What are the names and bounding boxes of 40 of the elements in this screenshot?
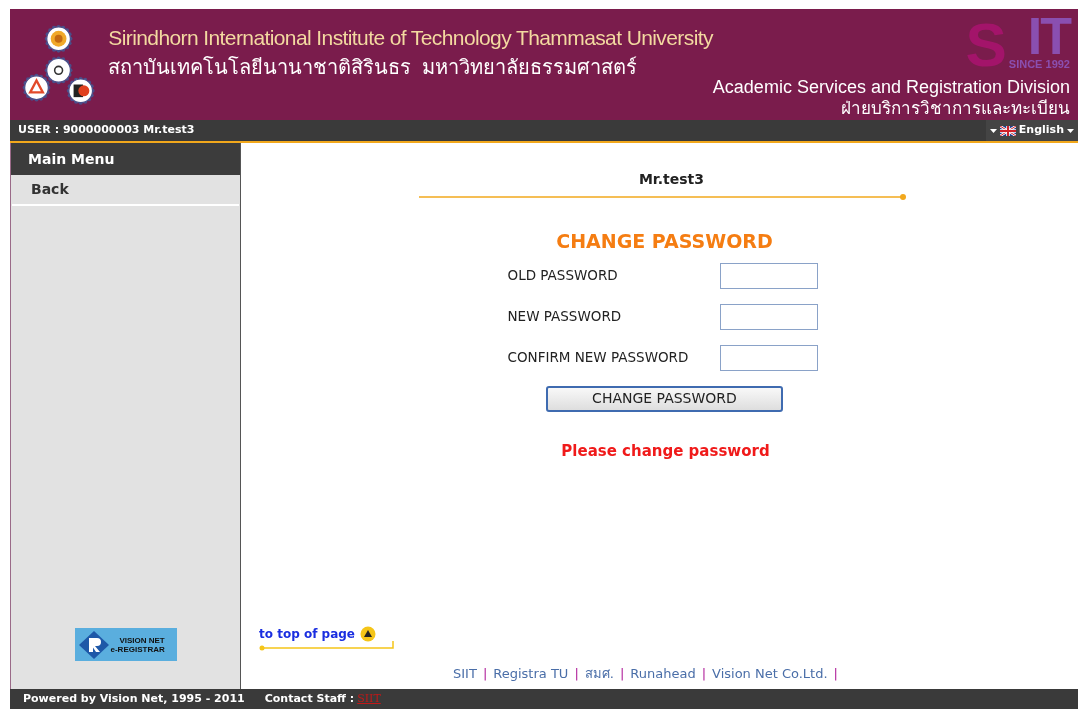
field-label: CONFIRM NEW PASSWORD <box>507 348 690 368</box>
caret-icon <box>1067 128 1074 133</box>
password-field[interactable] <box>719 262 818 289</box>
to-top-link[interactable]: to top of page <box>259 624 397 643</box>
footer-link[interactable]: Vision Net Co.Ltd. <box>712 663 828 683</box>
copyright-text: Powered by Vision Net, 1995 - 2011 <box>23 690 245 707</box>
field-label: OLD PASSWORD <box>507 266 619 286</box>
user-name: Mr.test3 <box>638 170 705 189</box>
footer-link[interactable]: SIIT <box>453 663 477 683</box>
logo-letters: IT <box>1027 14 1070 58</box>
logo-tagline: SINCE 1992 <box>1008 58 1070 70</box>
institute-thai-title: สถาบันเทคโนโลยีนานาชาติสิรินธร มหาวิทยาลัยธรรมศาสตร์ <box>108 55 639 80</box>
caret-icon <box>989 128 997 133</box>
footer-link[interactable]: Runahead <box>630 663 696 683</box>
sidebar-item[interactable]: Back <box>12 175 239 206</box>
link-separator: | <box>574 664 579 683</box>
link-separator: | <box>833 664 838 683</box>
link-separator: | <box>701 664 707 683</box>
language-selector[interactable]: English <box>985 120 1078 141</box>
link-separator: | <box>482 664 488 683</box>
division-title: Academic Services and Registration Division <box>712 76 1070 98</box>
footer-link[interactable]: Registra TU <box>493 663 569 683</box>
field-label: NEW PASSWORD <box>507 307 623 327</box>
password-field[interactable] <box>719 303 818 330</box>
user-info: USER : 9000000003 Mr.test3 <box>18 122 195 139</box>
r-logo-icon <box>78 630 109 659</box>
division-thai-title: ฝ่ายบริการวิชาการและทะเบียน <box>841 98 1070 120</box>
sidebar-heading: Main Menu <box>11 143 240 175</box>
badge-text: e-REGISTRAR <box>110 644 165 654</box>
status-message: Please change password <box>561 440 770 462</box>
flag-icon <box>999 125 1016 136</box>
contact-label: Contact Staff : <box>264 690 355 707</box>
badge-text: VISION NET <box>119 635 165 645</box>
page-title: CHANGE PASSWORD <box>556 229 773 254</box>
change-password-button[interactable]: CHANGE PASSWORD <box>546 385 783 412</box>
link-separator: | <box>619 664 625 683</box>
password-field[interactable] <box>719 344 818 371</box>
footer-link[interactable]: สมศ. <box>584 663 614 683</box>
vision-net-badge[interactable]: VISION NET e-REGISTRAR <box>74 628 177 661</box>
institute-title: Sirindhorn International Institute of Technology Thammasat University <box>108 26 713 50</box>
